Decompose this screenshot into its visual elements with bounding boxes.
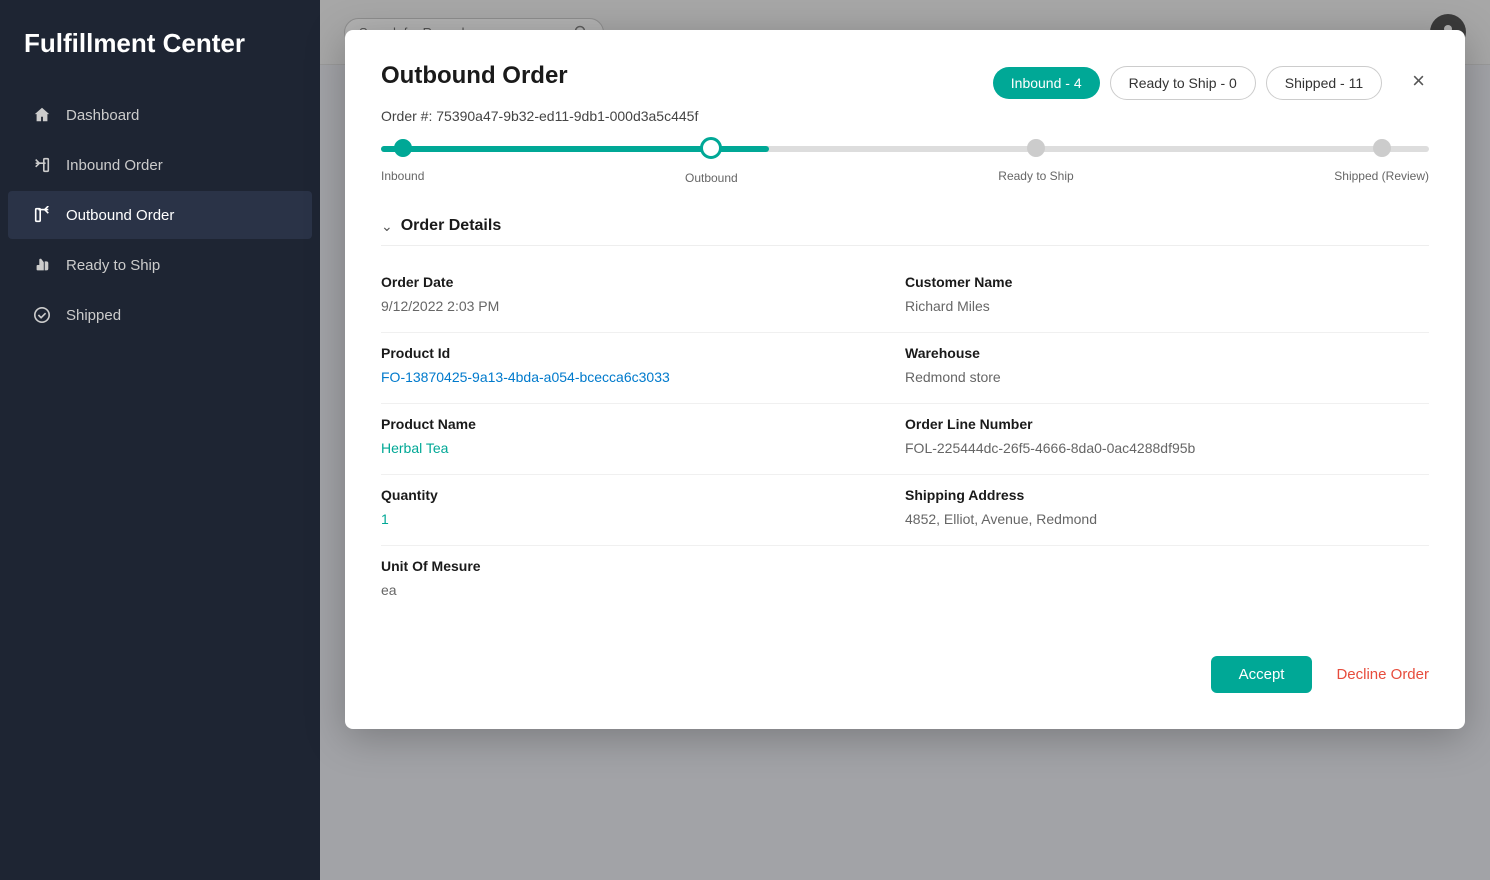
step-dot-inbound xyxy=(394,139,412,157)
step-dot-shipped xyxy=(1373,139,1391,157)
unit-of-measure-value: ea xyxy=(381,582,865,598)
shipping-address-value: 4852, Elliot, Avenue, Redmond xyxy=(905,511,1389,527)
field-product-id: Product Id FO-13870425-9a13-4bda-a054-bc… xyxy=(381,333,905,404)
step-label-ready: Ready to Ship xyxy=(998,169,1073,183)
field-empty-right xyxy=(905,546,1429,616)
sidebar-label-ready-to-ship: Ready to Ship xyxy=(66,257,160,274)
chevron-down-icon: ⌄ xyxy=(381,218,393,235)
order-number-label: Order #: xyxy=(381,108,432,124)
stepper: Inbound Outbound Ready to Ship Shipped (… xyxy=(381,146,1429,185)
step-inbound: Inbound xyxy=(381,143,424,185)
modal-title-block: Outbound Order xyxy=(381,62,568,90)
outbound-icon xyxy=(32,205,52,225)
field-order-line-number: Order Line Number FOL-225444dc-26f5-4666… xyxy=(905,404,1429,475)
section-header: ⌄ Order Details xyxy=(381,217,1429,246)
product-name-label: Product Name xyxy=(381,416,865,432)
order-date-value: 9/12/2022 2:03 PM xyxy=(381,298,865,314)
badge-ready-to-ship[interactable]: Ready to Ship - 0 xyxy=(1110,66,1256,100)
modal-header: Outbound Order Inbound - 4 Ready to Ship… xyxy=(381,62,1429,100)
step-label-shipped: Shipped (Review) xyxy=(1334,169,1429,183)
step-label-inbound: Inbound xyxy=(381,169,424,183)
sidebar: Fulfillment Center Dashboard Inbound Ord… xyxy=(0,0,320,880)
step-shipped-review: Shipped (Review) xyxy=(1334,143,1429,185)
thumb-icon xyxy=(32,255,52,275)
step-ready-to-ship: Ready to Ship xyxy=(998,143,1073,185)
sidebar-label-dashboard: Dashboard xyxy=(66,107,139,124)
step-dot-ready xyxy=(1027,139,1045,157)
warehouse-label: Warehouse xyxy=(905,345,1389,361)
quantity-label: Quantity xyxy=(381,487,865,503)
close-button[interactable]: × xyxy=(1408,66,1429,96)
app-title: Fulfillment Center xyxy=(0,0,320,91)
sidebar-nav: Dashboard Inbound Order Outbound Order R… xyxy=(0,91,320,339)
order-number: Order #: 75390a47-9b32-ed11-9db1-000d3a5… xyxy=(381,108,1429,124)
customer-name-label: Customer Name xyxy=(905,274,1389,290)
section-title: Order Details xyxy=(401,217,501,235)
home-icon xyxy=(32,105,52,125)
quantity-value: 1 xyxy=(381,511,865,527)
stepper-dots: Inbound Outbound Ready to Ship Shipped (… xyxy=(381,143,1429,185)
sidebar-item-ready-to-ship[interactable]: Ready to Ship xyxy=(8,241,312,289)
product-id-value: FO-13870425-9a13-4bda-a054-bcecca6c3033 xyxy=(381,369,865,385)
sidebar-label-shipped: Shipped xyxy=(66,307,121,324)
badge-inbound[interactable]: Inbound - 4 xyxy=(993,67,1100,99)
sidebar-label-inbound-order: Inbound Order xyxy=(66,157,163,174)
modal-overlay: Outbound Order Inbound - 4 Ready to Ship… xyxy=(320,0,1490,880)
field-quantity: Quantity 1 xyxy=(381,475,905,546)
inbound-icon xyxy=(32,155,52,175)
status-badges: Inbound - 4 Ready to Ship - 0 Shipped - … xyxy=(993,66,1382,100)
badge-shipped[interactable]: Shipped - 11 xyxy=(1266,66,1382,100)
field-warehouse: Warehouse Redmond store xyxy=(905,333,1429,404)
order-line-number-label: Order Line Number xyxy=(905,416,1389,432)
field-order-date: Order Date 9/12/2022 2:03 PM xyxy=(381,262,905,333)
field-shipping-address: Shipping Address 4852, Elliot, Avenue, R… xyxy=(905,475,1429,546)
details-grid: Order Date 9/12/2022 2:03 PM Customer Na… xyxy=(381,262,1429,616)
field-unit-of-measure: Unit Of Mesure ea xyxy=(381,546,905,616)
shipping-address-label: Shipping Address xyxy=(905,487,1389,503)
check-circle-icon xyxy=(32,305,52,325)
step-outbound: Outbound xyxy=(685,143,738,185)
order-number-value: 75390a47-9b32-ed11-9db1-000d3a5c445f xyxy=(436,108,698,124)
order-line-number-value: FOL-225444dc-26f5-4666-8da0-0ac4288df95b xyxy=(905,440,1389,456)
product-name-value: Herbal Tea xyxy=(381,440,865,456)
sidebar-item-inbound-order[interactable]: Inbound Order xyxy=(8,141,312,189)
step-label-outbound: Outbound xyxy=(685,171,738,185)
modal-dialog: Outbound Order Inbound - 4 Ready to Ship… xyxy=(345,30,1465,729)
order-date-label: Order Date xyxy=(381,274,865,290)
sidebar-label-outbound-order: Outbound Order xyxy=(66,207,174,224)
modal-footer: Accept Decline Order xyxy=(381,640,1429,693)
decline-button[interactable]: Decline Order xyxy=(1336,666,1429,683)
unit-of-measure-label: Unit Of Mesure xyxy=(381,558,865,574)
field-product-name: Product Name Herbal Tea xyxy=(381,404,905,475)
sidebar-item-outbound-order[interactable]: Outbound Order xyxy=(8,191,312,239)
field-customer-name: Customer Name Richard Miles xyxy=(905,262,1429,333)
warehouse-value: Redmond store xyxy=(905,369,1389,385)
sidebar-item-shipped[interactable]: Shipped xyxy=(8,291,312,339)
customer-name-value: Richard Miles xyxy=(905,298,1389,314)
sidebar-item-dashboard[interactable]: Dashboard xyxy=(8,91,312,139)
modal-title: Outbound Order xyxy=(381,62,568,90)
product-id-label: Product Id xyxy=(381,345,865,361)
main-area: Outbound Order Inbound - 4 Ready to Ship… xyxy=(320,0,1490,880)
accept-button[interactable]: Accept xyxy=(1211,656,1313,693)
step-dot-outbound xyxy=(700,137,722,159)
